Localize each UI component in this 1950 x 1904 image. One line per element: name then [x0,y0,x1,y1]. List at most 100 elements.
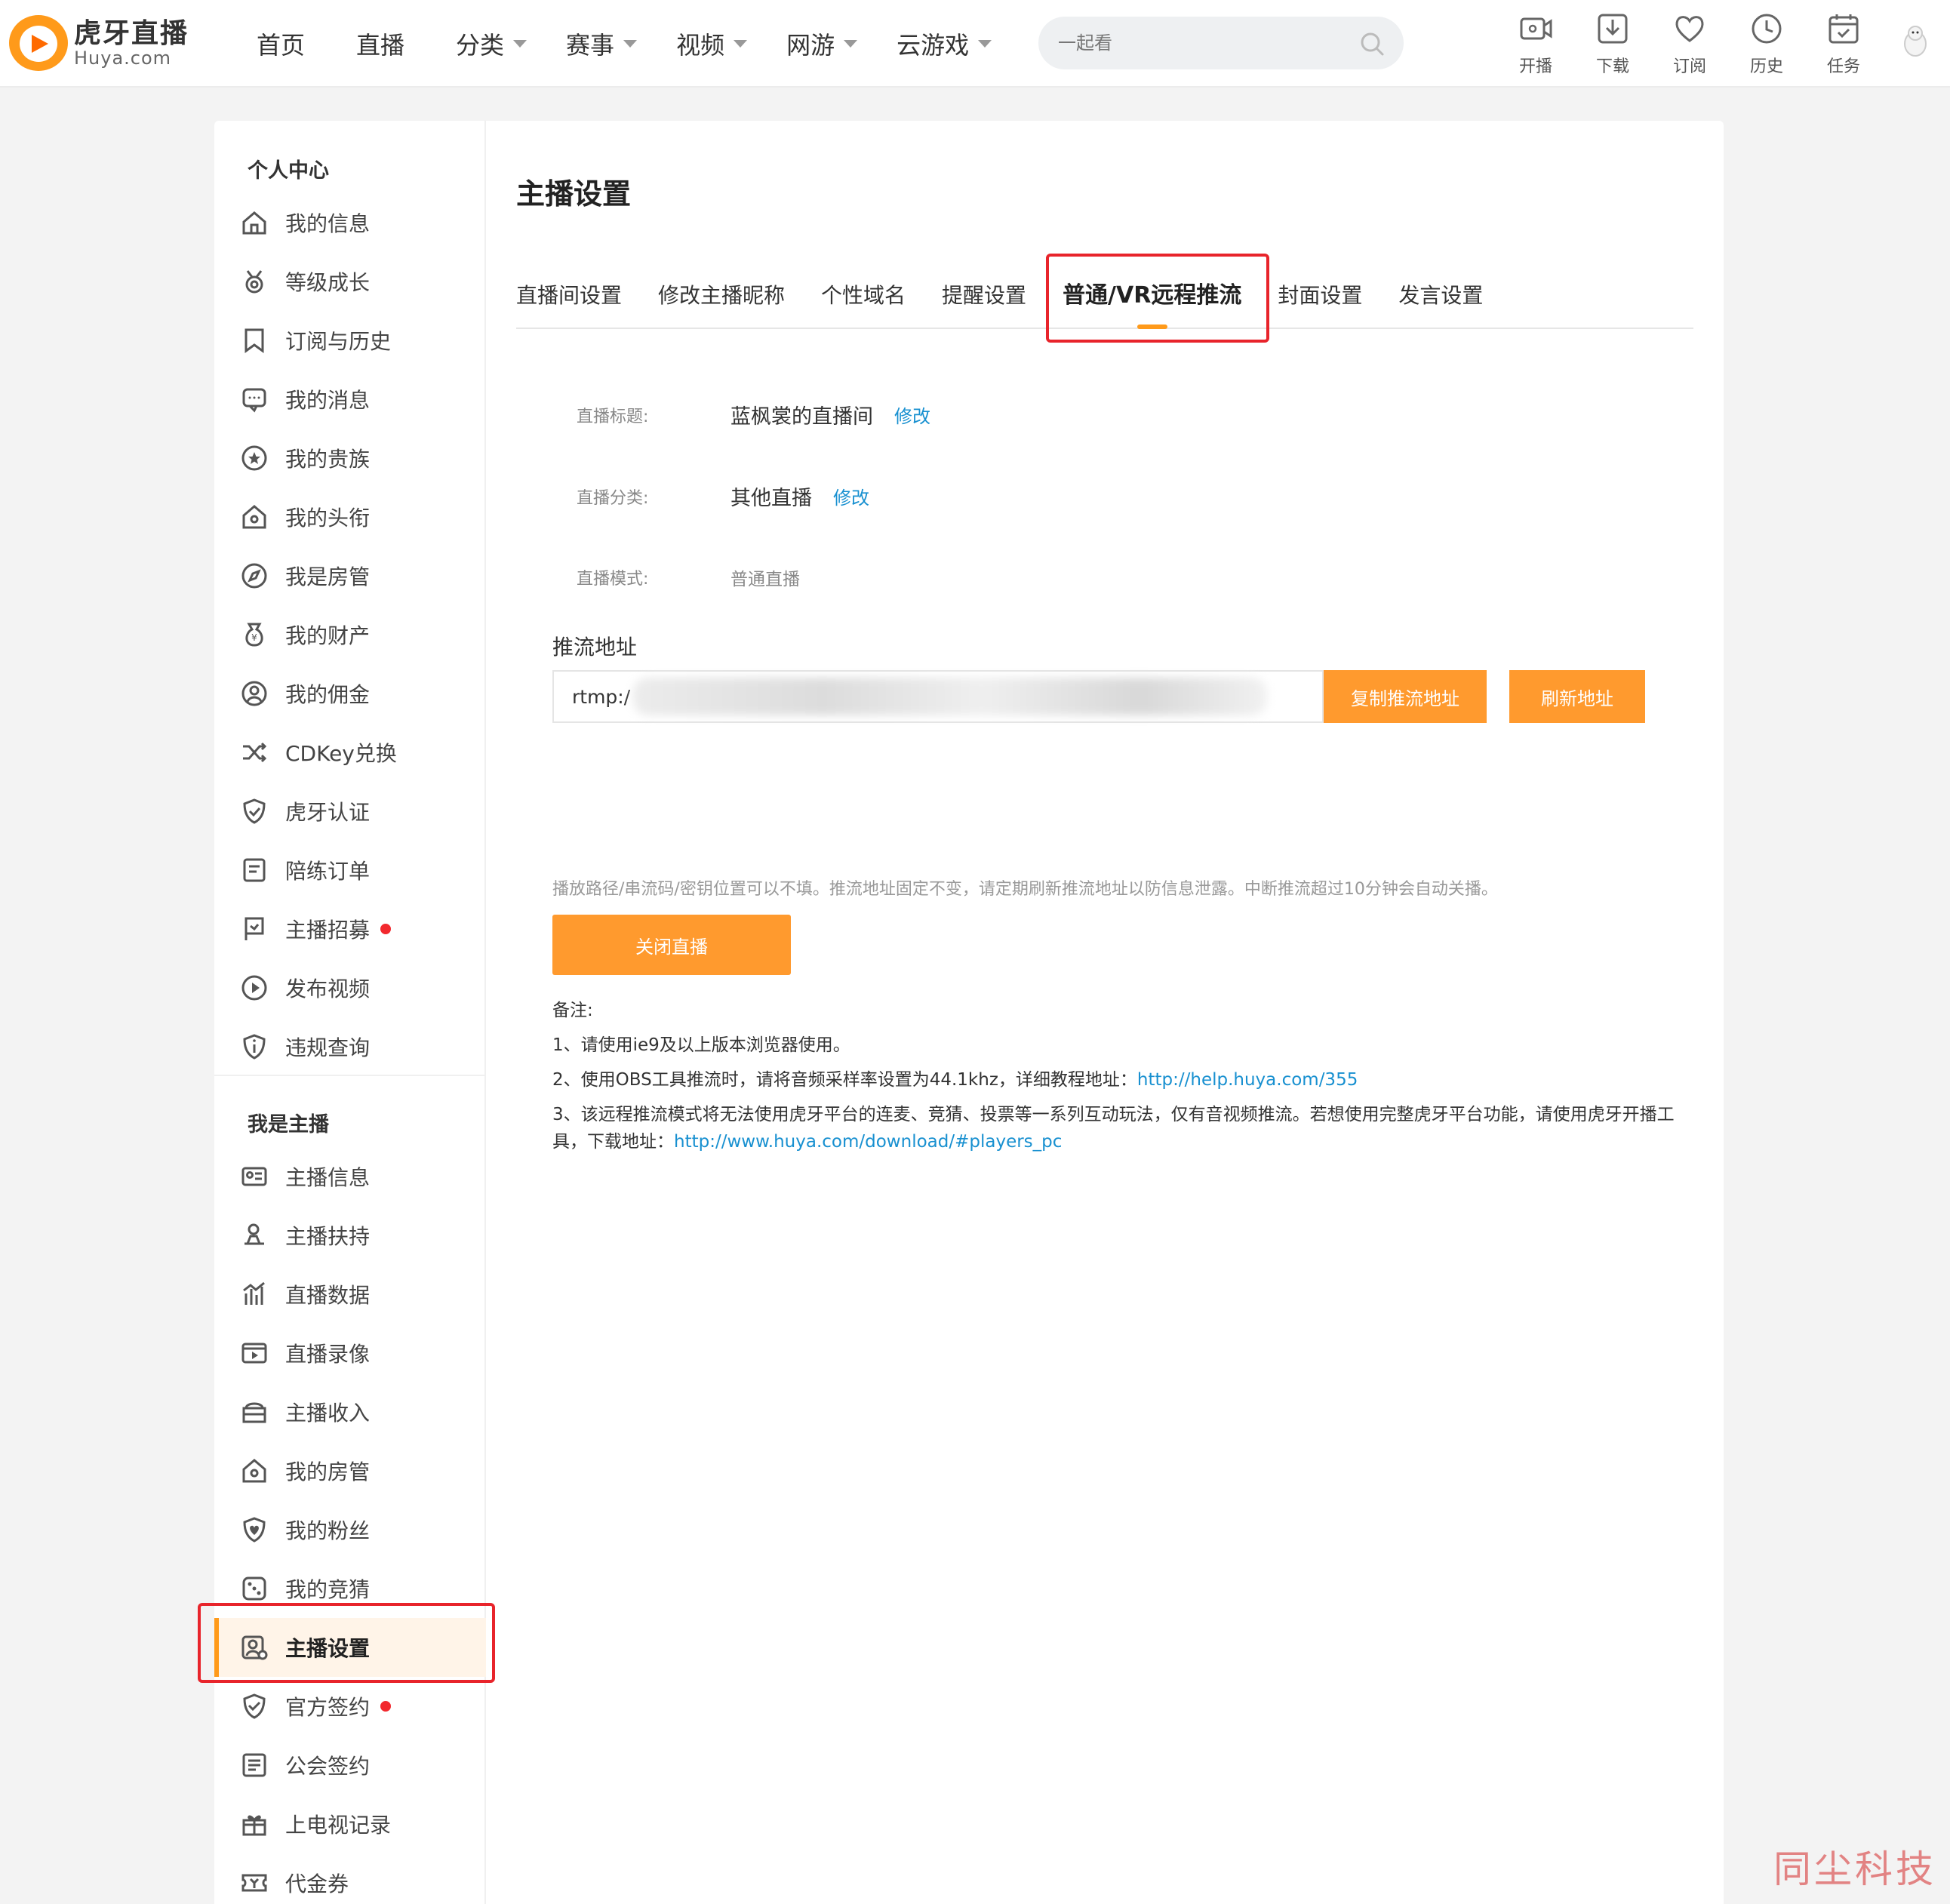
sidebar-item[interactable]: 我的贵族 [214,429,486,488]
sidebar-item-label: CDKey兑换 [285,741,397,766]
tab-cover-settings[interactable]: 封面设置 [1278,272,1362,329]
sidebar-item[interactable]: 我是房管 [214,546,486,605]
sidebar-item[interactable]: 主播设置 [214,1618,486,1677]
tool-start-live[interactable]: 开播 [1497,11,1574,77]
search-box [1038,17,1404,69]
sidebar-item-label: 上电视记录 [285,1813,392,1838]
nav-video[interactable]: 视频 [676,23,748,65]
sidebar-item[interactable]: 直播数据 [214,1265,486,1324]
edit-title-link[interactable]: 修改 [894,401,930,428]
chevron-down-icon [734,40,748,48]
sidebar-item[interactable]: 发布视频 [214,958,486,1017]
sidebar-item[interactable]: 上电视记录 [214,1795,486,1853]
notification-dot [380,1701,392,1712]
sidebar-item[interactable]: 直播录像 [214,1324,486,1383]
sidebar-item[interactable]: 虎牙认证 [214,782,486,841]
sidebar-item[interactable]: 我的房管 [214,1441,486,1500]
sidebar-item[interactable]: 我的头衔 [214,488,486,546]
header-tools: 开播 下载 订阅 历史 任务 [1497,11,1882,77]
tab-reminder-settings[interactable]: 提醒设置 [942,272,1026,329]
chevron-down-icon [844,40,858,48]
star-circle-icon [240,444,269,472]
huya-logo-icon [9,15,68,71]
shield-check-icon [240,797,269,826]
tab-room-settings[interactable]: 直播间设置 [516,272,622,329]
medal-icon [240,267,269,296]
notes-line-2: 2、使用OBS工具推流时，请将音频采样率设置为44.1khz，详细教程地址：ht… [552,1070,1358,1090]
order-icon [240,856,269,884]
gift-icon [240,1810,269,1838]
sidebar-item[interactable]: 公会签约 [214,1736,486,1795]
tool-tasks[interactable]: 任务 [1805,11,1882,77]
sidebar-item[interactable]: 我的竞猜 [214,1559,486,1618]
sidebar-item[interactable]: CDKey兑换 [214,723,486,782]
active-indicator [214,1618,219,1677]
sidebar-item[interactable]: 官方签约 [214,1677,486,1736]
tool-history[interactable]: 历史 [1728,11,1805,77]
notes: 备注: 1、请使用ie9及以上版本浏览器使用。 2、使用OBS工具推流时，请将音… [552,993,1699,1155]
sidebar-item-label: 直播录像 [285,1342,371,1367]
sidebar-item[interactable]: 等级成长 [214,252,486,311]
tab-remote-stream[interactable]: 普通/VR远程推流 [1063,272,1241,329]
stream-url-field[interactable]: rtmp:/ [552,670,1324,723]
chevron-down-icon [623,40,638,48]
close-live-button[interactable]: 关闭直播 [552,915,791,975]
search-icon[interactable] [1358,30,1386,57]
sidebar-item[interactable]: ¥ 我的财产 [214,605,486,664]
tab-custom-domain[interactable]: 个性域名 [821,272,906,329]
sidebar-item-label: 陪练订单 [285,859,371,884]
dice-icon [240,1574,269,1603]
sidebar-item-label: 我是房管 [285,564,371,589]
sidebar-item-label: 我的粉丝 [285,1518,371,1543]
sidebar-item-label: 我的佣金 [285,682,371,707]
sidebar-item[interactable]: 陪练订单 [214,841,486,900]
sidebar-item[interactable]: 代金券 [214,1853,486,1904]
copy-stream-url-button[interactable]: 复制推流地址 [1324,670,1487,723]
huya-logo[interactable]: 虎牙直播 Huya.com [9,15,189,71]
tab-chat-settings[interactable]: 发言设置 [1398,272,1483,329]
obs-help-link[interactable]: http://help.huya.com/355 [1137,1070,1358,1090]
sidebar-item-label: 官方签约 [285,1695,371,1720]
nav-cloud-games[interactable]: 云游戏 [897,23,992,65]
field-title-value: 蓝枫裳的直播间 [730,405,873,429]
sidebar-item-label: 发布视频 [285,977,371,1001]
svg-text:¥: ¥ [251,632,257,643]
sidebar-item[interactable]: 我的佣金 [214,664,486,723]
sidebar-item[interactable]: 主播招募 [214,900,486,958]
sidebar-item[interactable]: 订阅与历史 [214,311,486,370]
sidebar-item-label: 公会签约 [285,1754,371,1779]
tool-download[interactable]: 下载 [1574,11,1651,77]
refresh-stream-url-button[interactable]: 刷新地址 [1509,670,1645,723]
sidebar-item[interactable]: 主播信息 [214,1147,486,1206]
heart-icon [1675,16,1704,42]
sidebar-item[interactable]: 违规查询 [214,1017,486,1076]
sidebar-item[interactable]: 我的粉丝 [214,1500,486,1559]
stream-url-label: 推流地址 [552,635,638,660]
chevron-down-icon [978,40,992,48]
sidebar-item-label: 我的房管 [285,1460,371,1484]
avatar[interactable] [1897,23,1933,59]
sidebar-section-streamer: 我是主播 [248,1113,329,1137]
document-icon [240,1751,269,1779]
sidebar-item[interactable]: 我的消息 [214,370,486,429]
sidebar-item[interactable]: 我的信息 [214,193,486,252]
search-input[interactable] [1058,32,1345,54]
download-tool-link[interactable]: http://www.huya.com/download/#players_pc [674,1132,1062,1152]
nav-events[interactable]: 赛事 [566,23,638,65]
edit-category-link[interactable]: 修改 [833,483,869,509]
sidebar-item[interactable]: 主播扶持 [214,1206,486,1265]
nav-live[interactable]: 直播 [356,23,404,65]
settings-card: 个人中心 我的信息 等级成长 订阅与历史 我的消息 我的贵族 我的头衔 我是房管 ¥ 我的财产我… [214,121,1724,1904]
camera-icon [1520,17,1552,40]
contract-icon [240,1692,269,1721]
house-badge-icon [240,1456,269,1485]
field-category-row: 直播分类: 其他直播 修改 [577,481,869,511]
nav-online-games[interactable]: 网游 [786,23,858,65]
home-icon [240,208,269,237]
tab-change-nickname[interactable]: 修改主播昵称 [658,272,785,329]
sidebar-item[interactable]: 主播收入 [214,1383,486,1441]
nav-home[interactable]: 首页 [257,23,305,65]
logo-text-cn: 虎牙直播 [74,18,189,49]
nav-category[interactable]: 分类 [456,23,527,65]
tool-subscribe[interactable]: 订阅 [1651,11,1728,77]
